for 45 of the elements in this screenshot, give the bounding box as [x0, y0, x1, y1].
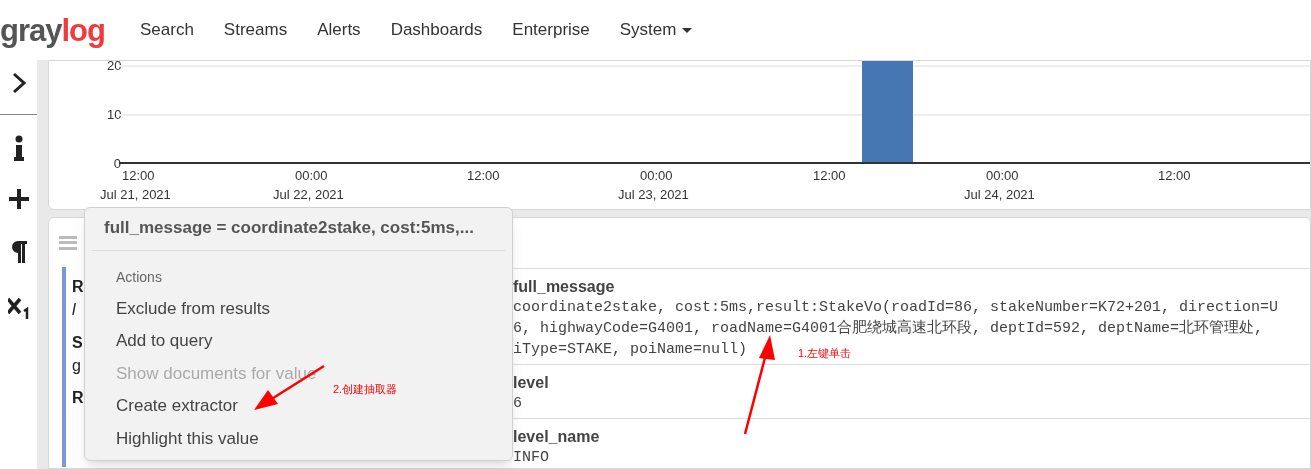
menu-item[interactable]: Exclude from results [116, 292, 270, 325]
field-text: l [72, 300, 76, 320]
nav-link[interactable]: System [604, 17, 708, 43]
axis-tick-label: 12:00 [122, 169, 155, 182]
logo[interactable]: graylog [0, 14, 105, 46]
popover-title: full_message = coordinate2stake, cost:5ms,... [103, 217, 475, 239]
subscript-icon[interactable] [7, 297, 30, 319]
plus-icon[interactable] [8, 189, 29, 209]
field-text: S [72, 333, 83, 353]
field-text: R [72, 277, 84, 297]
paragraph-icon[interactable] [10, 241, 27, 263]
axis-tick-label: 12:00 [1158, 169, 1191, 182]
menu-item[interactable]: Create extractor [116, 389, 238, 422]
axis-date-label: Jul 24, 2021 [964, 188, 1035, 201]
axis-date-label: Jul 23, 2021 [618, 188, 689, 201]
field-text: R [72, 388, 84, 408]
menu-item[interactable]: Add to query [116, 324, 213, 357]
axis-tick-label: 00:00 [640, 169, 673, 182]
field-name: level_name [513, 427, 600, 447]
menu-item[interactable]: Highlight this value [116, 422, 259, 455]
axis-tick-label: 12:00 [467, 169, 500, 182]
field-name: full_message [513, 277, 615, 297]
caret-icon [682, 27, 693, 33]
field-value: 6, highwayCode=G4001, roadName=G4001合肥绕城高速北环段, deptId=592, deptName=北环管理处, [513, 318, 1264, 339]
annotation-text: 2.创建抽取器 [333, 382, 398, 397]
chevron-icon[interactable] [11, 72, 26, 94]
nav-link[interactable]: Search [125, 17, 209, 43]
field-value: iType=STAKE, poiName=null) [513, 340, 748, 360]
field-name: level [513, 373, 549, 393]
field-value: INFO [513, 448, 549, 468]
field-value: 6 [513, 394, 522, 414]
axis-tick-label: 00:00 [986, 169, 1019, 182]
axis-tick-label: 00:00 [295, 169, 328, 182]
nav-link[interactable]: Dashboards [375, 17, 498, 43]
annotation-text: 1.左键单击 [798, 346, 852, 361]
field-text: g [72, 356, 81, 376]
axis-tick-label: 12:00 [813, 169, 846, 182]
axis-date-label: Jul 22, 2021 [273, 188, 344, 201]
axis-date-label: Jul 21, 2021 [100, 188, 171, 201]
nav-link[interactable]: Enterprise [497, 17, 605, 43]
nav-link[interactable]: Streams [208, 17, 303, 43]
nav-link[interactable]: Alerts [302, 17, 376, 43]
field-value: coordinate2stake, cost:5ms,result:StakeVo(roadId=86, stakeNumber=K72+201, direction=U [513, 298, 1279, 318]
section-header: Actions [115, 268, 163, 287]
info-icon[interactable] [13, 135, 24, 161]
